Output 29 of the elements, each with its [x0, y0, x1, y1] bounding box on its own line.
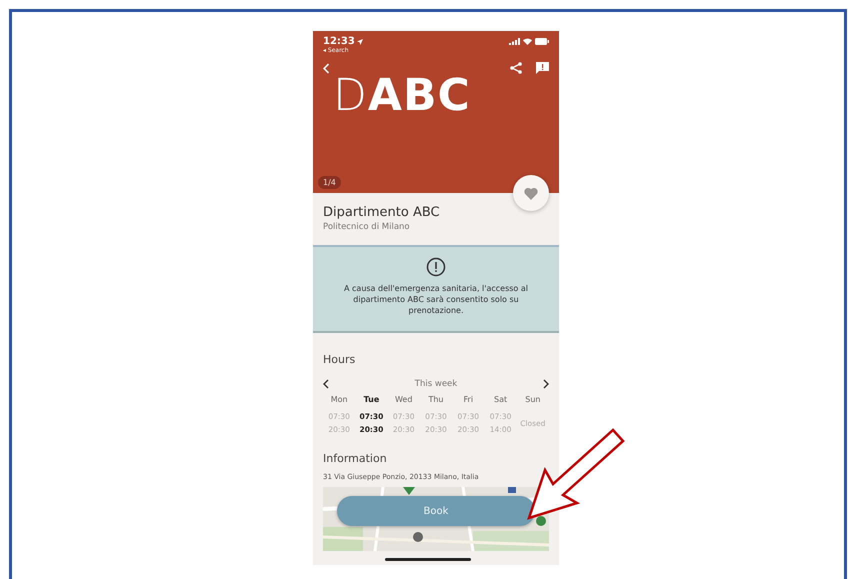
- day-name: Sat: [494, 395, 508, 406]
- photo-counter: 1/4: [318, 176, 341, 189]
- wifi-icon: [523, 38, 532, 45]
- day-name: Wed: [394, 395, 412, 406]
- week-label: This week: [414, 379, 458, 389]
- status-time: 12:33: [323, 36, 363, 47]
- report-icon[interactable]: [536, 62, 549, 74]
- arrow-icon: [525, 426, 627, 522]
- day-name: Sun: [525, 395, 540, 406]
- battery-icon: [535, 38, 549, 45]
- back-icon[interactable]: [323, 62, 330, 74]
- place-name: Dipartimento ABC: [323, 205, 441, 220]
- signal-icon: [509, 38, 520, 45]
- information-heading: Information: [323, 452, 388, 465]
- favorite-button[interactable]: [513, 175, 549, 211]
- day-name: Thu: [428, 395, 444, 406]
- location-icon: [356, 38, 363, 44]
- heart-icon: [524, 186, 538, 200]
- notice-text: A causa dell'emergenza sanitaria, l'accesso al dipartimento ABC sarà consentito solo su prenotazione.: [343, 283, 529, 316]
- share-icon[interactable]: [510, 62, 522, 74]
- alert-icon: [426, 257, 446, 277]
- place-subtitle: Politecnico di Milano: [323, 222, 411, 232]
- day-name: Fri: [464, 395, 474, 406]
- logo: DABC: [333, 74, 472, 118]
- next-week-icon[interactable]: [543, 379, 549, 389]
- day-name: Tue: [364, 395, 380, 406]
- previous-week-icon[interactable]: [323, 379, 329, 389]
- day-name: Mon: [330, 395, 348, 406]
- hours-heading: Hours: [323, 353, 356, 366]
